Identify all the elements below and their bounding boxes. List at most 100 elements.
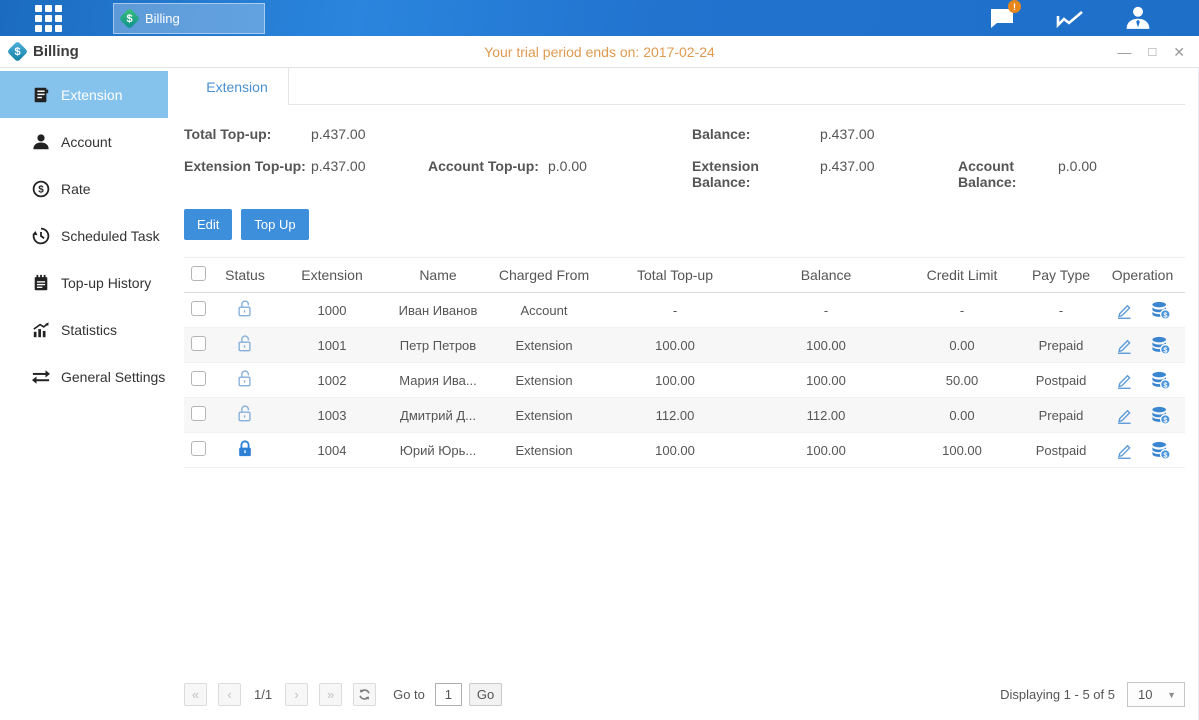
top-up-row-icon[interactable]: $	[1151, 336, 1171, 355]
table-row[interactable]: 1000 Иван Иванов Account - - - - $	[184, 293, 1185, 328]
chevron-down-icon: ▼	[1167, 690, 1176, 700]
goto-page-input[interactable]	[435, 683, 462, 706]
goto-label: Go to	[393, 687, 425, 702]
column-charged-from: Charged From	[488, 267, 600, 283]
taskbar-item-billing[interactable]: $ Billing	[113, 3, 265, 34]
top-up-row-icon[interactable]: $	[1151, 301, 1171, 320]
sidebar-item-label: Statistics	[61, 322, 117, 338]
notification-badge: !	[1008, 0, 1021, 13]
name-cell: Дмитрий Д...	[388, 408, 488, 423]
tab-extension[interactable]: Extension	[186, 68, 289, 105]
edit-row-icon[interactable]	[1115, 301, 1134, 320]
summary-extension-topup: Extension Top-up: p.437.00	[184, 158, 428, 190]
extension-cell: 1004	[276, 443, 388, 458]
sidebar-item-scheduled-task[interactable]: Scheduled Task	[0, 212, 168, 259]
svg-text:$: $	[1163, 345, 1167, 354]
extension-cell: 1000	[276, 303, 388, 318]
page-size-select[interactable]: 10 ▼	[1127, 682, 1185, 707]
pay-type-cell: -	[1022, 303, 1100, 318]
summary-total-topup: Total Top-up: p.437.00	[184, 126, 428, 142]
lock-open-icon	[236, 334, 254, 353]
status-cell	[214, 404, 276, 426]
refresh-button[interactable]	[353, 683, 376, 706]
extension-table: Status Extension Name Charged From Total…	[184, 257, 1185, 468]
column-total-topup: Total Top-up	[600, 267, 750, 283]
charged-from-cell: Extension	[488, 443, 600, 458]
trial-notice: Your trial period ends on: 2017-02-24	[0, 44, 1199, 60]
edit-row-icon[interactable]	[1115, 441, 1134, 460]
status-cell	[214, 334, 276, 356]
column-extension: Extension	[276, 267, 388, 283]
sidebar-item-rate[interactable]: $ Rate	[0, 165, 168, 212]
row-checkbox[interactable]	[191, 441, 206, 456]
row-checkbox[interactable]	[191, 301, 206, 316]
extension-cell: 1001	[276, 338, 388, 353]
select-all-checkbox[interactable]	[191, 266, 206, 281]
next-page-button[interactable]: ›	[285, 683, 308, 706]
minimize-button[interactable]: —	[1117, 45, 1131, 59]
top-up-button[interactable]: Top Up	[241, 209, 308, 240]
row-checkbox[interactable]	[191, 336, 206, 351]
prev-page-button[interactable]: ‹	[218, 683, 241, 706]
bar-chart-icon	[32, 321, 50, 339]
top-up-row-icon[interactable]: $	[1151, 441, 1171, 460]
credit-limit-cell: 0.00	[902, 408, 1022, 423]
lock-open-icon	[236, 404, 254, 423]
app-launcher-icon[interactable]	[35, 5, 69, 31]
summary-account-topup: Account Top-up: p.0.00	[428, 158, 692, 190]
balance-cell: 100.00	[750, 373, 902, 388]
balance-cell: 112.00	[750, 408, 902, 423]
table-row[interactable]: 1001 Петр Петров Extension 100.00 100.00…	[184, 328, 1185, 363]
page-indicator: 1/1	[254, 687, 272, 702]
sidebar-item-account[interactable]: Account	[0, 118, 168, 165]
table-row[interactable]: 1003 Дмитрий Д... Extension 112.00 112.0…	[184, 398, 1185, 433]
top-up-row-icon[interactable]: $	[1151, 406, 1171, 425]
top-up-row-icon[interactable]: $	[1151, 371, 1171, 390]
pay-type-cell: Postpaid	[1022, 443, 1100, 458]
name-cell: Петр Петров	[388, 338, 488, 353]
edit-row-icon[interactable]	[1115, 336, 1134, 355]
balance-cell: -	[750, 303, 902, 318]
person-icon	[32, 133, 50, 151]
column-pay-type: Pay Type	[1022, 267, 1100, 283]
sidebar-item-topup-history[interactable]: Top-up History	[0, 259, 168, 306]
pay-type-cell: Prepaid	[1022, 408, 1100, 423]
column-name: Name	[388, 267, 488, 283]
extension-cell: 1003	[276, 408, 388, 423]
balance-cell: 100.00	[750, 443, 902, 458]
resource-monitor-icon[interactable]	[1055, 5, 1085, 31]
sidebar: Extension Account $ Rate Scheduled Task	[0, 68, 168, 720]
notifications-chat-icon[interactable]: !	[987, 5, 1017, 31]
sidebar-item-statistics[interactable]: Statistics	[0, 306, 168, 353]
sidebar-item-general-settings[interactable]: General Settings	[0, 353, 168, 400]
close-button[interactable]: ✕	[1173, 45, 1185, 59]
extension-cell: 1002	[276, 373, 388, 388]
svg-text:$: $	[1163, 380, 1167, 389]
status-cell	[214, 439, 276, 461]
row-checkbox[interactable]	[191, 371, 206, 386]
sidebar-item-label: Top-up History	[61, 275, 151, 291]
edit-button[interactable]: Edit	[184, 209, 232, 240]
maximize-button[interactable]: □	[1148, 45, 1156, 58]
table-header-row: Status Extension Name Charged From Total…	[184, 257, 1185, 293]
charged-from-cell: Extension	[488, 338, 600, 353]
window-title-bar: $ Billing Your trial period ends on: 201…	[0, 36, 1199, 68]
go-button[interactable]: Go	[469, 683, 502, 706]
dollar-circle-icon: $	[32, 180, 50, 198]
first-page-button[interactable]: «	[184, 683, 207, 706]
last-page-button[interactable]: »	[319, 683, 342, 706]
row-checkbox[interactable]	[191, 406, 206, 421]
name-cell: Мария Ива...	[388, 373, 488, 388]
table-row[interactable]: 1002 Мария Ива... Extension 100.00 100.0…	[184, 363, 1185, 398]
status-cell	[214, 299, 276, 321]
billing-window-icon: $	[7, 41, 28, 62]
credit-limit-cell: 50.00	[902, 373, 1022, 388]
table-row[interactable]: 1004 Юрий Юрь... Extension 100.00 100.00…	[184, 433, 1185, 468]
sidebar-item-label: General Settings	[61, 369, 165, 385]
edit-row-icon[interactable]	[1115, 406, 1134, 425]
page-size-value: 10	[1138, 687, 1152, 702]
charged-from-cell: Extension	[488, 408, 600, 423]
sidebar-item-extension[interactable]: Extension	[0, 71, 168, 118]
user-account-icon[interactable]	[1123, 5, 1153, 31]
edit-row-icon[interactable]	[1115, 371, 1134, 390]
